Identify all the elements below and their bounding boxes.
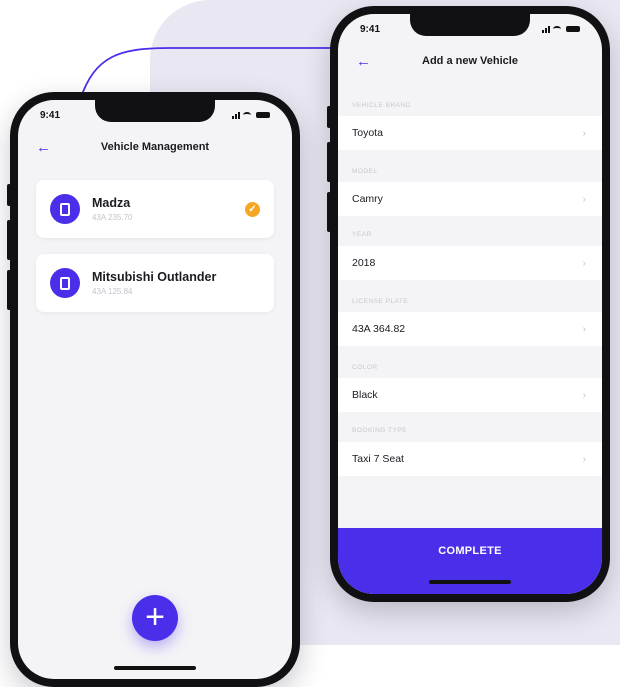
vehicle-card-madza[interactable]: Madza 43A 235.70 ✓ [36, 180, 274, 238]
phone-side-button [7, 184, 11, 206]
field-label-model: MODEL [352, 168, 378, 175]
phone-side-button [327, 106, 331, 128]
page-title: Vehicle Management [100, 141, 210, 153]
chevron-right-icon: › [582, 127, 586, 139]
battery-icon [256, 112, 270, 118]
field-value: Taxi 7 Seat [352, 453, 404, 465]
chevron-right-icon: › [582, 389, 586, 401]
field-label-year: YEAR [352, 231, 372, 238]
back-arrow-icon[interactable]: ← [36, 139, 51, 156]
plus-icon: + [145, 598, 165, 636]
phone-vehicle-management: 9:41 ← Vehicle Management Madza 43A 235.… [7, 92, 300, 687]
field-year[interactable]: 2018 › [338, 246, 602, 280]
status-time: 9:41 [360, 23, 381, 35]
status-icons [232, 111, 270, 119]
wifi-icon [553, 26, 561, 32]
field-brand[interactable]: Toyota › [338, 116, 602, 150]
field-booking-type[interactable]: Taxi 7 Seat › [338, 442, 602, 476]
field-label-booking: BOOKING TYPE [352, 427, 408, 434]
chevron-right-icon: › [582, 453, 586, 465]
field-value: Black [352, 389, 378, 401]
field-label-plate: LICENSE PLATE [352, 298, 409, 305]
wifi-icon [243, 112, 251, 118]
signal-icon [232, 111, 240, 119]
nav-bar: ← Add a new Vehicle [338, 44, 602, 78]
phone-side-button [7, 220, 11, 260]
status-icons [542, 25, 580, 33]
phone-add-vehicle: 9:41 ← Add a new Vehicle VEHICLE BRAND T… [327, 6, 610, 602]
field-license-plate[interactable]: 43A 364.82 › [338, 312, 602, 346]
field-color[interactable]: Black › [338, 378, 602, 412]
vehicle-plate: 43A 235.70 [92, 213, 133, 222]
vehicle-card-mitsubishi[interactable]: Mitsubishi Outlander 43A 125.84 [36, 254, 274, 312]
home-indicator [429, 580, 511, 584]
field-value: Toyota [352, 127, 383, 139]
field-label-brand: VEHICLE BRAND [352, 102, 411, 109]
page-title: Add a new Vehicle [422, 55, 518, 67]
complete-button[interactable]: COMPLETE [338, 528, 602, 594]
back-arrow-icon[interactable]: ← [356, 53, 371, 70]
phone-side-button [7, 270, 11, 310]
add-vehicle-button[interactable]: + [132, 595, 178, 641]
screen: 9:41 ← Vehicle Management Madza 43A 235.… [18, 100, 292, 679]
screen: 9:41 ← Add a new Vehicle VEHICLE BRAND T… [338, 14, 602, 594]
vehicle-name: Madza [92, 196, 131, 210]
field-value: Camry [352, 193, 383, 205]
field-model[interactable]: Camry › [338, 182, 602, 216]
document-icon [50, 268, 80, 298]
vehicle-plate: 43A 125.84 [92, 287, 133, 296]
signal-icon [542, 25, 550, 33]
chevron-right-icon: › [582, 193, 586, 205]
vehicle-name: Mitsubishi Outlander [92, 270, 217, 284]
chevron-right-icon: › [582, 323, 586, 335]
phone-side-button [327, 142, 331, 182]
check-circle-icon: ✓ [245, 202, 260, 217]
chevron-right-icon: › [582, 257, 586, 269]
document-icon [50, 194, 80, 224]
phone-side-button [327, 192, 331, 232]
status-bar: 9:41 [338, 14, 602, 44]
battery-icon [566, 26, 580, 32]
status-bar: 9:41 [18, 100, 292, 130]
field-value: 43A 364.82 [352, 323, 406, 335]
home-indicator [114, 666, 196, 670]
field-value: 2018 [352, 257, 376, 269]
nav-bar: ← Vehicle Management [18, 130, 292, 164]
field-label-color: COLOR [352, 364, 378, 371]
status-time: 9:41 [40, 109, 61, 121]
complete-label: COMPLETE [438, 545, 502, 557]
